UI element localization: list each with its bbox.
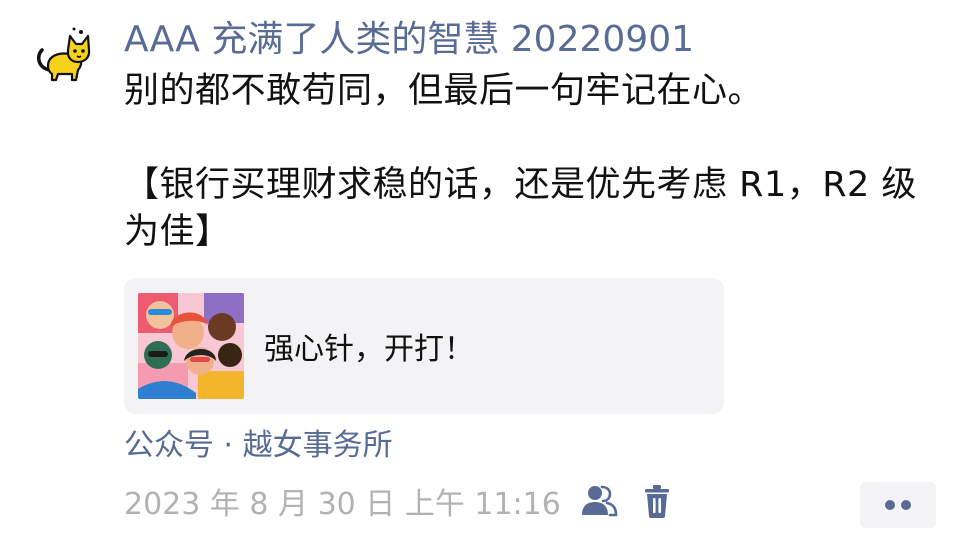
people-icon[interactable]: [579, 481, 619, 521]
post-text-line: 别的都不敢苟同，但最后一句牢记在心。: [124, 71, 764, 111]
article-thumbnail: [138, 293, 244, 399]
yellow-cat-avatar-icon: [36, 27, 91, 82]
post-text-blank-line: [124, 115, 934, 162]
article-title: 强心针，开打！: [264, 332, 474, 367]
moment-post: AAA 充满了人类的智慧 20220901 别的都不敢苟同，但最后一句牢记在心。…: [0, 0, 960, 556]
more-dots-icon: [885, 500, 911, 510]
post-text: 别的都不敢苟同，但最后一句牢记在心。 【银行买理财求稳的话，还是优先考虑 R1，…: [124, 68, 934, 256]
shared-article-card[interactable]: 强心针，开打！: [124, 278, 724, 414]
author-nickname[interactable]: AAA 充满了人类的智慧 20220901: [124, 14, 934, 66]
post-text-line: 【银行买理财求稳的话，还是优先考虑 R1，R2 级: [124, 165, 917, 205]
more-button[interactable]: [860, 482, 936, 528]
trash-icon[interactable]: [637, 481, 677, 521]
post-timestamp: 2023 年 8 月 30 日 上午 11:16: [124, 487, 561, 522]
post-text-line: 为佳】: [124, 212, 231, 252]
article-source[interactable]: 公众号 · 越女事务所: [124, 426, 934, 466]
post-meta: 2023 年 8 月 30 日 上午 11:16: [124, 478, 934, 524]
avatar[interactable]: [28, 20, 98, 90]
post-content: AAA 充满了人类的智慧 20220901 别的都不敢苟同，但最后一句牢记在心。…: [124, 14, 934, 524]
